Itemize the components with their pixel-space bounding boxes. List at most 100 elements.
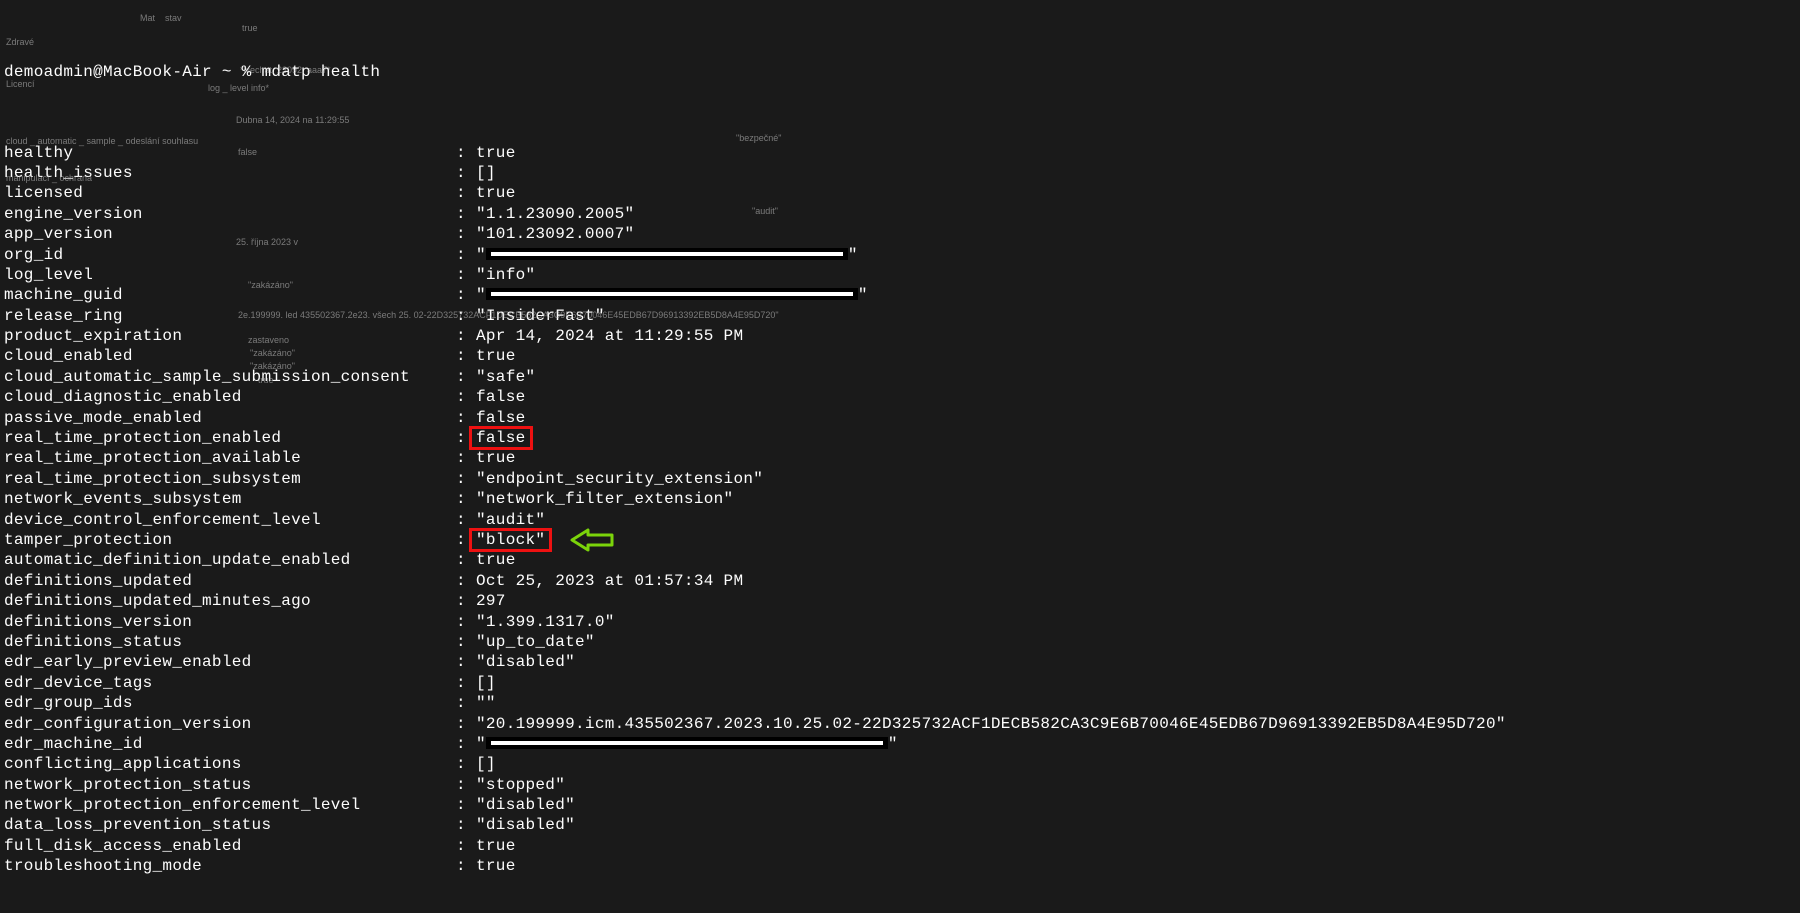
row-value: false (476, 408, 526, 428)
row-value: true (476, 836, 516, 856)
row-value: "20.199999.icm.435502367.2023.10.25.02-2… (476, 714, 1506, 734)
ghost-translation-artifact: Dubna 14, 2024 na 11:29:55 (236, 110, 349, 130)
row-value-tail: " (888, 734, 898, 754)
row-value: "endpoint_security_extension" (476, 469, 763, 489)
prompt-path: ~ % (212, 62, 262, 82)
row-key: healthy (4, 143, 456, 163)
row-value: [] (476, 163, 496, 183)
row-separator: : (456, 224, 476, 244)
row-key: real_time_protection_available (4, 448, 456, 468)
row-separator: : (456, 489, 476, 509)
row-value: "101.23092.0007" (476, 224, 634, 244)
row-value: true (476, 448, 516, 468)
output-row: network_protection_status: "stopped" (4, 775, 1796, 795)
row-separator: : (456, 510, 476, 530)
row-value: " (476, 285, 486, 305)
row-value-tail: " (858, 285, 868, 305)
output-row: engine_version: "1.1.23090.2005" (4, 204, 1796, 224)
row-separator: : (456, 469, 476, 489)
command-text: mdatp health (261, 62, 380, 82)
output-row: edr_device_tags: [] (4, 673, 1796, 693)
row-separator: : (456, 652, 476, 672)
row-separator: : (456, 326, 476, 346)
output-row: data_loss_prevention_status: "disabled" (4, 815, 1796, 835)
row-separator: : (456, 265, 476, 285)
output-row: cloud_diagnostic_enabled: false (4, 387, 1796, 407)
row-key: cloud_diagnostic_enabled (4, 387, 456, 407)
row-key: automatic_definition_update_enabled (4, 550, 456, 570)
output-row: health_issues: [] (4, 163, 1796, 183)
row-key: cloud_automatic_sample_submission_consen… (4, 367, 456, 387)
row-separator: : (456, 673, 476, 693)
row-key: real_time_protection_subsystem (4, 469, 456, 489)
output-row: cloud_automatic_sample_submission_consen… (4, 367, 1796, 387)
row-value: "1.1.23090.2005" (476, 204, 634, 224)
output-row: definitions_status: "up_to_date" (4, 632, 1796, 652)
row-key: troubleshooting_mode (4, 856, 456, 876)
row-key: app_version (4, 224, 456, 244)
output-row: edr_group_ids: "" (4, 693, 1796, 713)
row-value: "1.399.1317.0" (476, 612, 615, 632)
row-value-tail: " (848, 245, 858, 265)
row-separator: : (456, 346, 476, 366)
row-value: "" (476, 693, 496, 713)
output-row: edr_early_preview_enabled: "disabled" (4, 652, 1796, 672)
row-key: full_disk_access_enabled (4, 836, 456, 856)
output-row: definitions_updated_minutes_ago: 297 (4, 591, 1796, 611)
row-key: product_expiration (4, 326, 456, 346)
row-key: definitions_status (4, 632, 456, 652)
row-value: "network_filter_extension" (476, 489, 733, 509)
terminal-window[interactable]: demoadmin@MacBook-Air ~ % mdatp health h… (0, 0, 1800, 913)
output-row: product_expiration: Apr 14, 2024 at 11:2… (4, 326, 1796, 346)
row-separator: : (456, 245, 476, 265)
output-row: network_protection_enforcement_level: "d… (4, 795, 1796, 815)
row-separator: : (456, 795, 476, 815)
row-separator: : (456, 448, 476, 468)
row-separator: : (456, 387, 476, 407)
row-value: 297 (476, 591, 506, 611)
row-separator: : (456, 856, 476, 876)
row-key: edr_group_ids (4, 693, 456, 713)
row-separator: : (456, 815, 476, 835)
row-value: true (476, 856, 516, 876)
row-value: " (476, 734, 486, 754)
row-separator: : (456, 591, 476, 611)
row-value: true (476, 346, 516, 366)
row-key: device_control_enforcement_level (4, 510, 456, 530)
output-row: conflicting_applications: [] (4, 754, 1796, 774)
row-key: release_ring (4, 306, 456, 326)
output-row: automatic_definition_update_enabled: tru… (4, 550, 1796, 570)
ghost-translation-artifact: Mat stav (140, 8, 182, 28)
prompt-user: demoadmin@MacBook-Air (4, 62, 212, 82)
row-value: "audit" (476, 510, 545, 530)
row-separator: : (456, 183, 476, 203)
row-key: edr_early_preview_enabled (4, 652, 456, 672)
row-key: passive_mode_enabled (4, 408, 456, 428)
row-key: definitions_updated_minutes_ago (4, 591, 456, 611)
row-separator: : (456, 550, 476, 570)
output-row: troubleshooting_mode: true (4, 856, 1796, 876)
output-row: release_ring: "InsiderFast" (4, 306, 1796, 326)
output-row: device_control_enforcement_level: "audit… (4, 509, 1796, 529)
row-key: engine_version (4, 204, 456, 224)
row-value: "disabled" (476, 652, 575, 672)
row-key: org_id (4, 245, 456, 265)
row-value: false (476, 387, 526, 407)
output-row: licensed: true (4, 183, 1796, 203)
row-value: "info" (476, 265, 535, 285)
highlight-box: "block" (469, 528, 552, 552)
output-row: real_time_protection_available: true (4, 448, 1796, 468)
row-key: health_issues (4, 163, 456, 183)
row-value: "safe" (476, 367, 535, 387)
row-value: "disabled" (476, 815, 575, 835)
row-value: true (476, 183, 516, 203)
row-value: "stopped" (476, 775, 565, 795)
row-key: licensed (4, 183, 456, 203)
output-row: full_disk_access_enabled: true (4, 836, 1796, 856)
row-separator: : (456, 836, 476, 856)
output-row: org_id: "" (4, 244, 1796, 264)
row-key: definitions_version (4, 612, 456, 632)
row-separator: : (456, 754, 476, 774)
row-key: machine_guid (4, 285, 456, 305)
row-value: Apr 14, 2024 at 11:29:55 PM (476, 326, 743, 346)
